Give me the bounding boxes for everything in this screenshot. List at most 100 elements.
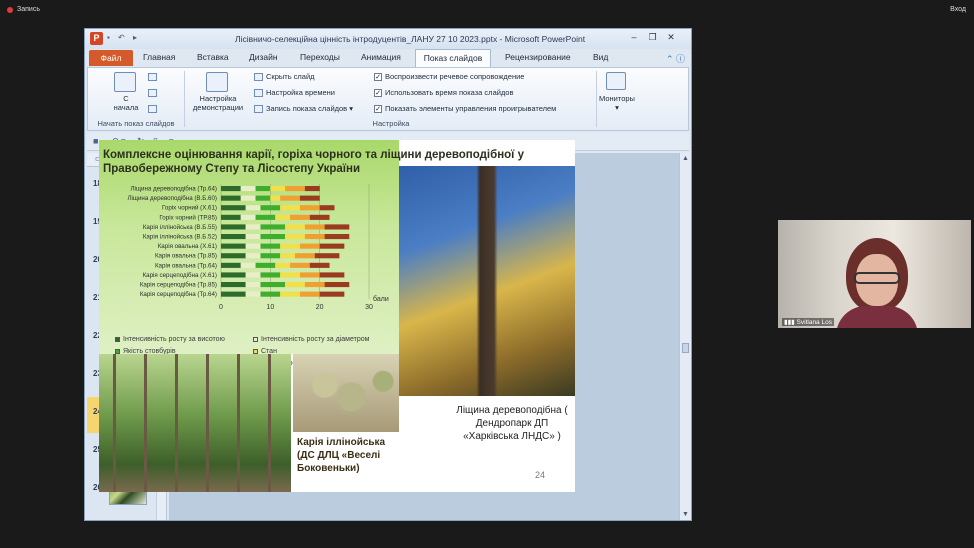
record-icon	[254, 105, 263, 114]
scrollbar-thumb[interactable]	[682, 343, 689, 353]
x-tick-label: 20	[316, 304, 324, 310]
bar-segment	[245, 243, 261, 249]
hide-slide-icon	[254, 73, 263, 82]
hazel-tree-photo	[399, 166, 575, 396]
category-label: Карія овальна (Тр.64)	[155, 262, 217, 269]
hide-slide-button[interactable]: Скрыть слайд	[254, 72, 315, 82]
exit-button[interactable]: Вход	[950, 6, 966, 13]
use-timings-checkbox[interactable]: ✓ Использовать время показа слайдов	[374, 88, 513, 98]
tab-review[interactable]: Рецензирование	[505, 52, 571, 62]
monitors-button[interactable]: Мониторы ▾	[594, 94, 640, 112]
category-label: Карія іллінойська (В.Б.52)	[143, 234, 217, 241]
tab-home[interactable]: Главная	[143, 52, 175, 62]
tab-insert[interactable]: Вставка	[197, 52, 229, 62]
record-label[interactable]: Запись	[17, 6, 40, 13]
restore-icon[interactable]: ❐	[644, 32, 660, 43]
slide-number: 24	[535, 470, 546, 480]
bar-segment	[240, 262, 256, 268]
setup-group-label: Настройка	[372, 119, 410, 128]
scroll-up-icon[interactable]: ▲	[682, 155, 689, 162]
bar-segment	[240, 186, 256, 192]
start-group-label: Начать показ слайдов	[97, 119, 175, 128]
bar-segment	[324, 282, 350, 288]
category-label: Горіх чорний (Х.61)	[162, 205, 217, 212]
from-beginning-icon[interactable]	[114, 72, 136, 92]
bar-segment	[260, 234, 286, 240]
forest-photo	[99, 354, 291, 492]
broadcast-icon[interactable]	[148, 89, 157, 97]
checkmark-icon: ✓	[374, 105, 382, 114]
legend-label: Інтенсивність росту за висотою	[123, 336, 225, 343]
category-label: Карія серцеподібна (Х.61)	[143, 272, 217, 279]
bar-segment	[221, 205, 246, 211]
setup-show-button[interactable]: Настройка демонстрации	[188, 94, 248, 112]
ribbon-separator	[184, 71, 185, 127]
bar-segment	[221, 291, 246, 297]
category-label: Горіх чорний (ТР.85)	[159, 214, 217, 221]
monitor-icon[interactable]	[606, 72, 626, 90]
bar-segment	[304, 186, 320, 192]
person-body	[836, 306, 918, 328]
slide-scrollbar[interactable]: ▲ ▼	[679, 153, 691, 520]
title-quick-access-icons[interactable]: ▪ ↶ ▸	[107, 33, 140, 42]
legend-item: Інтенсивність росту за діаметром	[253, 336, 369, 343]
webcam-video[interactable]: ▮▮▮ Svitlana Los	[778, 220, 971, 328]
category-label: Ліщина деревоподібна (Тр.64)	[130, 186, 217, 193]
window-title: Лісівничо-селекційна цінність інтродуцен…	[235, 34, 586, 44]
category-label: Карія серцеподібна (Тр.85)	[140, 282, 217, 289]
powerpoint-app-icon[interactable]: P	[90, 32, 103, 45]
rehearse-timings-button[interactable]: Настройка времени	[254, 88, 335, 98]
bar-segment	[260, 272, 281, 278]
bar-segment	[221, 224, 246, 230]
bar-segment	[221, 234, 246, 240]
save-icon[interactable]: ■	[93, 136, 98, 146]
scroll-down-icon[interactable]: ▼	[682, 511, 689, 518]
tab-transitions[interactable]: Переходы	[300, 52, 340, 62]
bar-segment	[260, 224, 286, 230]
legend-swatch	[253, 336, 258, 342]
tab-view[interactable]: Вид	[593, 52, 608, 62]
bar-segment	[240, 214, 256, 220]
webcam-name-label: ▮▮▮ Svitlana Los	[782, 318, 834, 326]
bar-segment	[299, 195, 320, 201]
minimize-icon[interactable]: –	[626, 32, 642, 42]
tab-slideshow[interactable]: Показ слайдов	[415, 49, 491, 67]
play-narrations-checkbox[interactable]: ✓ Воспроизвести речевое сопровождение	[374, 72, 524, 82]
help-icon[interactable]: ⌃ ⓘ	[666, 52, 685, 65]
from-beginning-button[interactable]: С начала	[106, 94, 146, 112]
bar-segment	[309, 214, 330, 220]
from-current-icon[interactable]	[148, 73, 157, 81]
bar-segment	[260, 282, 286, 288]
bar-segment	[245, 205, 261, 211]
checkmark-icon: ✓	[374, 73, 382, 82]
bar-segment	[299, 272, 320, 278]
bar-segment	[245, 272, 261, 278]
rehearse-icon	[254, 89, 263, 98]
chart-svg: 0 10 20 30бали Ліщина деревоподібна (Тр.64) Л…	[127, 184, 389, 310]
legend-swatch	[253, 348, 258, 354]
ribbon-slideshow: С начала Начать показ слайдов Настройка …	[87, 67, 689, 131]
current-slide[interactable]: Комплексне оцінювання карії, горіха чорн…	[99, 140, 575, 492]
show-media-controls-checkbox[interactable]: ✓ Показать элементы управления проигрыват…	[374, 104, 556, 114]
meeting-top-bar: Запись Вход	[0, 0, 974, 20]
bar-segment	[221, 272, 246, 278]
bar-segment	[255, 186, 271, 192]
bar-segment	[299, 291, 320, 297]
bar-segment	[260, 243, 281, 249]
legend-swatch	[115, 348, 120, 354]
bar-segment	[324, 234, 350, 240]
tab-file[interactable]: Файл	[89, 50, 133, 66]
record-slideshow-button[interactable]: Запись показа слайдов ▾	[254, 104, 353, 114]
bar-segment	[304, 234, 325, 240]
setup-show-icon[interactable]	[206, 72, 228, 92]
close-icon[interactable]: ✕	[663, 32, 679, 43]
bar-segment	[280, 195, 300, 201]
x-tick-label: 10	[266, 304, 274, 310]
tab-design[interactable]: Дизайн	[249, 52, 278, 62]
custom-show-icon[interactable]	[148, 105, 157, 113]
nut-caption: Карія іллінойська (ДС ДЛЦ «Веселі Бокове…	[297, 437, 386, 474]
bar-segment	[319, 291, 345, 297]
bar-segment	[319, 205, 335, 211]
tab-animations[interactable]: Анимация	[361, 52, 401, 62]
category-label: Карія іллінойська (В.Б.55)	[143, 224, 217, 231]
